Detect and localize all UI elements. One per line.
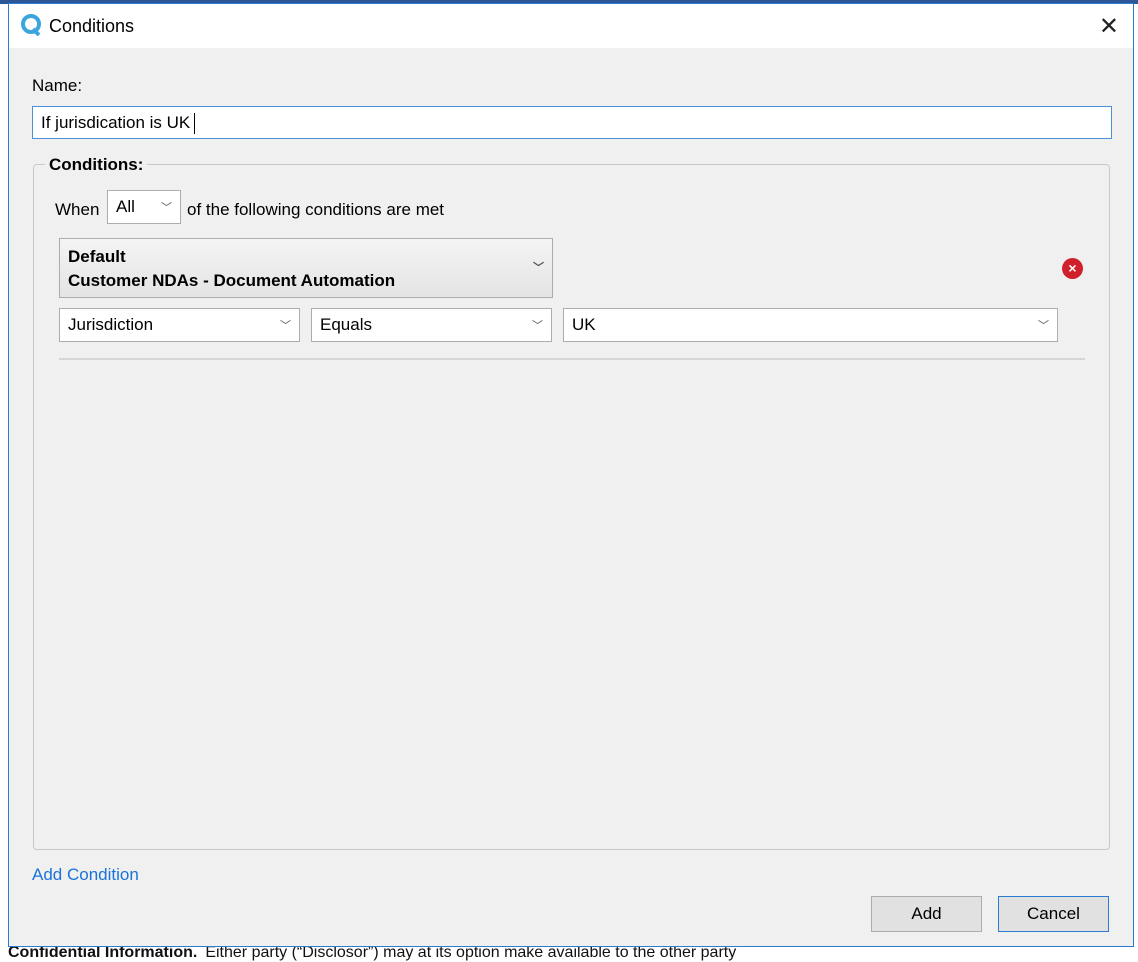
app-logo-icon (21, 14, 41, 36)
name-label: Name: (32, 76, 83, 95)
match-suffix-label: of the following conditions are met (187, 200, 445, 219)
close-icon[interactable]: ✕ (1099, 12, 1119, 41)
chevron-down-icon: ﹀ (533, 262, 544, 274)
conditions-group-label: Conditions: (45, 155, 148, 175)
name-input[interactable]: If jurisdication is UK (32, 106, 1112, 139)
value-value: UK (572, 315, 596, 334)
chevron-down-icon: ﹀ (1038, 320, 1049, 332)
operator-select[interactable]: Equals ﹀ (311, 308, 552, 342)
text-caret (194, 113, 196, 135)
match-type-select[interactable]: All ﹀ (107, 190, 181, 224)
field-value: Jurisdiction (68, 315, 154, 334)
source-select[interactable]: Default Customer NDAs - Document Automat… (59, 238, 553, 298)
add-button[interactable]: Add (871, 896, 982, 932)
source-line2: Customer NDAs - Document Automation (68, 271, 396, 290)
chevron-down-icon: ﹀ (161, 202, 172, 214)
when-label: When (55, 200, 100, 219)
operator-value: Equals (320, 315, 372, 334)
conditions-dialog: Conditions ✕ Name: If jurisdication is U… (8, 3, 1134, 947)
dialog-title: Conditions (49, 16, 135, 36)
add-condition-link[interactable]: Add Condition (32, 865, 139, 885)
cancel-button[interactable]: Cancel (998, 896, 1109, 932)
condition-divider (59, 358, 1085, 360)
remove-condition-icon[interactable]: × (1062, 258, 1083, 279)
value-select[interactable]: UK ﹀ (563, 308, 1058, 342)
chevron-down-icon: ﹀ (280, 320, 291, 332)
title-bar: Conditions ✕ (9, 4, 1133, 48)
source-line1: Default (68, 247, 126, 266)
match-type-value: All (116, 197, 135, 216)
chevron-down-icon: ﹀ (532, 320, 543, 332)
field-select[interactable]: Jurisdiction ﹀ (59, 308, 300, 342)
name-input-value: If jurisdication is UK (41, 113, 191, 132)
